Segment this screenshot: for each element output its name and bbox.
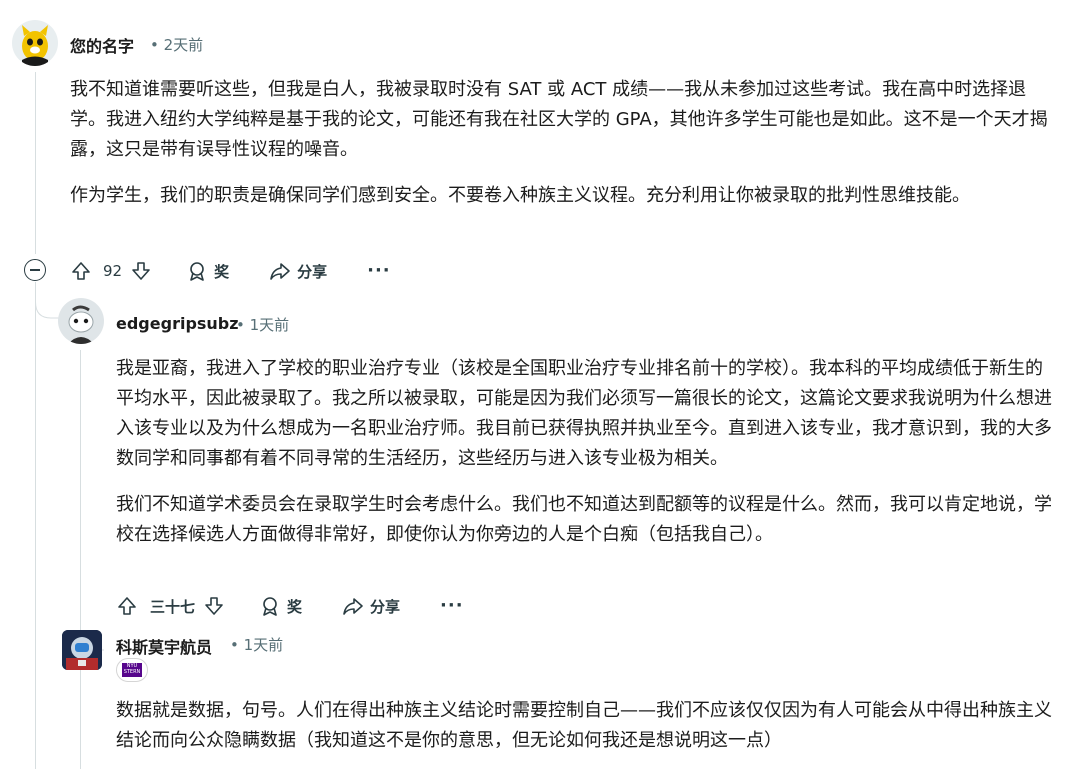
flair-text: NYU STERN [122, 663, 142, 677]
collapse-thread-button[interactable] [24, 259, 46, 281]
avatar[interactable] [58, 298, 104, 344]
share-label: 分享 [370, 597, 401, 616]
downvote-button[interactable] [203, 595, 225, 617]
thread-line-main-lower[interactable] [35, 284, 36, 769]
comment-paragraph: 我们不知道学术委员会在录取学生时会考虑什么。我们也不知道达到配额等的议程是什么。… [116, 494, 1052, 545]
comment-author[interactable]: 您的名字 [70, 33, 134, 57]
share-icon [270, 263, 290, 280]
share-button[interactable]: 分享 [269, 260, 327, 282]
comment-author[interactable]: 科斯莫宇航员 [116, 634, 212, 658]
downvote-button[interactable] [130, 260, 152, 282]
comment-paragraph: 作为学生，我们的职责是确保同学们感到安全。不要卷入种族主义议程。充分利用让你被录… [70, 185, 970, 206]
thread-line-reply[interactable] [80, 350, 81, 769]
award-button[interactable]: 奖 [186, 260, 229, 282]
comment-paragraph: 我不知道谁需要听这些，但我是白人，我被录取时没有 SAT 或 ACT 成绩——我… [70, 79, 1048, 160]
comment-timestamp[interactable]: • 1天前 [230, 634, 283, 655]
astronaut-avatar-icon [62, 630, 102, 670]
upvote-icon [118, 597, 136, 615]
comment-paragraph: 我是亚裔，我进入了学校的职业治疗专业（该校是全国职业治疗专业排名前十的学校）。我… [116, 358, 1052, 469]
award-label: 奖 [214, 262, 230, 281]
comment-timestamp[interactable]: • 2天前 [150, 34, 203, 55]
more-options-button[interactable]: ··· [440, 597, 464, 615]
award-icon [263, 597, 277, 616]
comment-paragraph: 数据就是数据，句号。人们在得出种族主义结论时需要控制自己——我们不应该仅仅因为有… [116, 700, 1052, 751]
comment-actions: 92 奖 分享 ··· [70, 255, 391, 287]
award-icon [190, 262, 204, 281]
comment-body: 我不知道谁需要听这些，但我是白人，我被录取时没有 SAT 或 ACT 成绩——我… [70, 75, 1055, 211]
upvote-button[interactable] [116, 595, 138, 617]
user-flair-badge: NYU STERN [116, 658, 148, 682]
comment-author[interactable]: edgegripsubz [116, 314, 239, 333]
avatar[interactable] [12, 20, 58, 66]
share-button[interactable]: 分享 [342, 595, 400, 617]
comment-body: 我是亚裔，我进入了学校的职业治疗专业（该校是全国职业治疗专业排名前十的学校）。我… [116, 354, 1056, 550]
vote-count: 92 [103, 262, 123, 280]
comment-actions: 三十七 奖 分享 ··· [116, 590, 464, 622]
upvote-icon [72, 262, 90, 280]
share-label: 分享 [297, 262, 328, 281]
upvote-button[interactable] [70, 260, 92, 282]
thread-line-main[interactable] [35, 72, 36, 254]
snoo-avatar-icon [68, 305, 94, 344]
more-options-button[interactable]: ··· [367, 262, 391, 280]
downvote-icon [205, 597, 223, 615]
award-button[interactable]: 奖 [259, 595, 302, 617]
avatar[interactable] [62, 630, 102, 670]
cat-avatar-icon [22, 25, 48, 66]
downvote-icon [132, 262, 150, 280]
share-icon [343, 598, 363, 615]
vote-count: 三十七 [150, 597, 196, 616]
award-label: 奖 [287, 597, 303, 616]
comment-body: 数据就是数据，句号。人们在得出种族主义结论时需要控制自己——我们不应该仅仅因为有… [116, 696, 1056, 756]
comment-timestamp[interactable]: • 1天前 [236, 314, 289, 335]
